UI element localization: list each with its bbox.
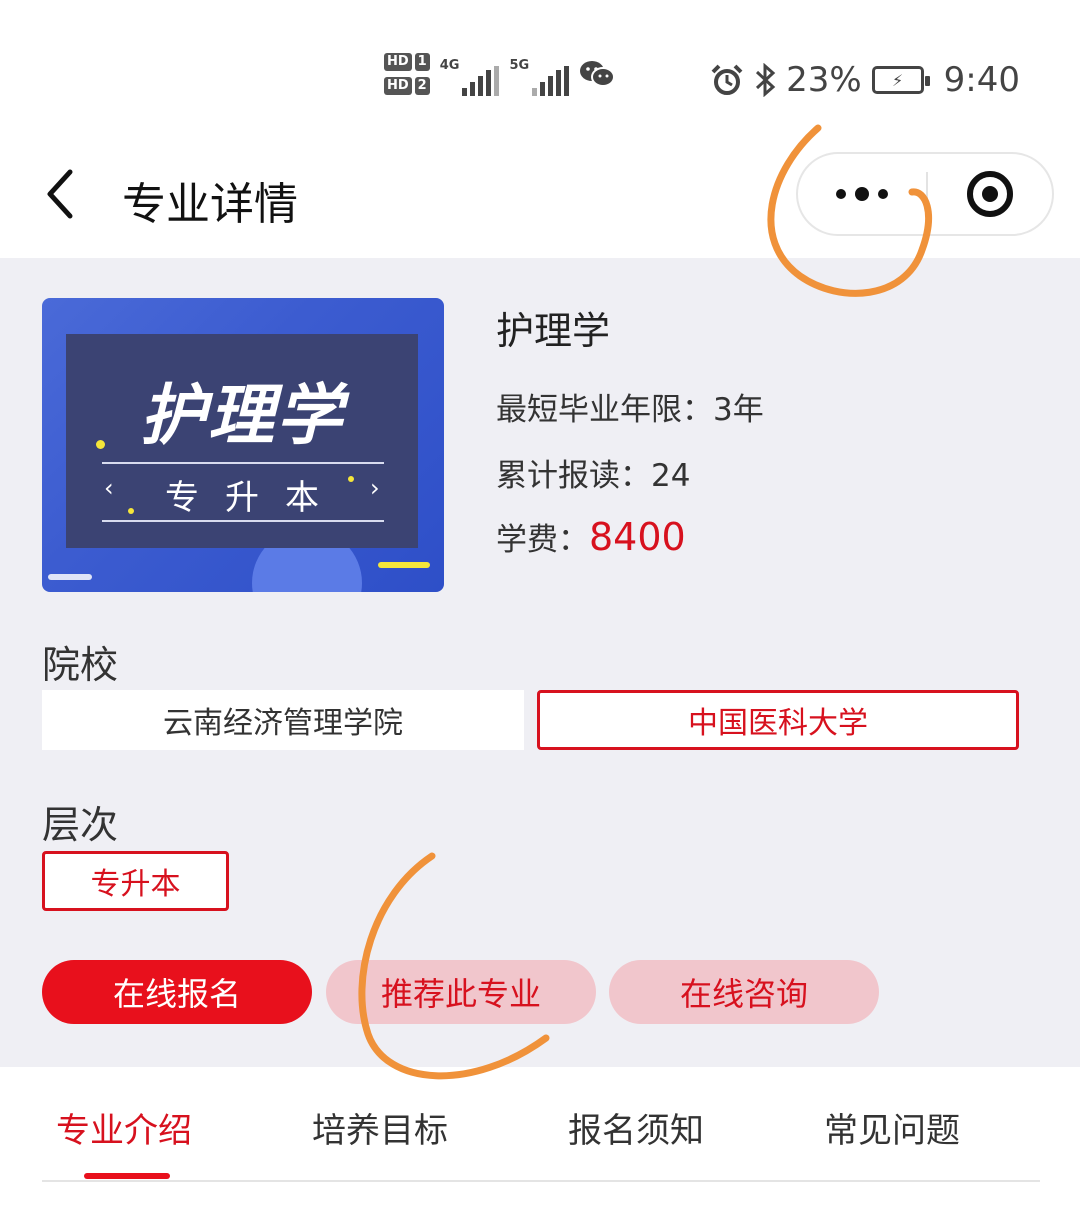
cover-subtitle: 专升本: [165, 478, 345, 518]
sim-number: 1: [414, 53, 430, 71]
online-consult-button[interactable]: 在线咨询: [609, 960, 879, 1024]
level-section-label: 层次: [42, 803, 119, 847]
fee-row: 学费：8400: [496, 514, 686, 559]
tab-divider: [42, 1180, 1040, 1182]
cover-dot: [348, 476, 354, 482]
recommend-major-button[interactable]: 推荐此专业: [326, 960, 596, 1024]
enrolled-row: 累计报读：24: [496, 450, 690, 495]
major-cover-image: 护理学 ‹ 专升本 ›: [42, 298, 444, 592]
mini-program-capsule: [796, 152, 1054, 236]
tab-training-goals[interactable]: 培养目标: [312, 1103, 448, 1152]
clock-time: 9:40: [943, 60, 1020, 100]
fee-value: 8400: [589, 515, 686, 559]
page-title: 专业详情: [122, 179, 298, 230]
nav-bar: 专业详情: [0, 140, 1080, 258]
min-years-value: 3年: [713, 392, 764, 428]
network-type-label: 4G: [439, 58, 460, 73]
more-dots-icon[interactable]: [798, 154, 926, 234]
sim-number: 2: [414, 77, 430, 95]
hd-indicators: HD 1 HD 2: [384, 53, 430, 95]
cover-stripe: [378, 562, 430, 568]
cover-panel: 护理学 ‹ 专升本 ›: [66, 334, 418, 548]
cover-line: [102, 520, 384, 522]
tab-major-intro[interactable]: 专业介绍: [56, 1103, 192, 1152]
school-section-label: 院校: [42, 643, 119, 687]
cover-dot: [96, 440, 105, 449]
school-option-yunnan[interactable]: 云南经济管理学院: [42, 690, 524, 750]
battery-percent: 23%: [786, 60, 862, 100]
cover-stripe: [48, 574, 92, 580]
alarm-icon: [711, 64, 743, 95]
cover-line: [102, 462, 384, 464]
cover-arrow-right: ›: [370, 474, 380, 502]
signal-icon: [462, 66, 500, 96]
fee-label: 学费：: [496, 522, 589, 558]
signal-icon: [532, 66, 570, 96]
min-years-label: 最短毕业年限：: [496, 392, 713, 428]
battery-icon: ⚡: [871, 66, 930, 94]
online-signup-button[interactable]: 在线报名: [42, 960, 312, 1024]
tab-signup-notice[interactable]: 报名须知: [568, 1103, 704, 1152]
major-name: 护理学: [496, 309, 611, 353]
tab-bar: 专业介绍 培养目标 报名须知 常见问题: [0, 1067, 1080, 1211]
cover-title: 护理学: [140, 377, 344, 454]
hd-badge: HD: [384, 53, 412, 71]
wechat-icon: [580, 61, 616, 87]
hd-badge: HD: [384, 77, 412, 95]
min-years-row: 最短毕业年限：3年: [496, 384, 764, 429]
status-right-group: 23% ⚡ 9:40: [710, 60, 1020, 100]
status-bar: HD 1 HD 2 4G 5G 23% ⚡ 9:40: [0, 0, 1080, 140]
network-type-label: 5G: [509, 58, 530, 73]
signal-5g: 5G: [509, 52, 570, 96]
close-mini-program-button[interactable]: [928, 171, 1052, 217]
cover-dot: [128, 508, 134, 514]
school-option-cmu[interactable]: 中国医科大学: [537, 690, 1019, 750]
active-tab-indicator: [84, 1173, 170, 1179]
target-close-icon: [967, 171, 1013, 217]
back-arrow-icon[interactable]: [40, 164, 80, 224]
enrolled-value: 24: [651, 458, 691, 494]
hd-sim1: HD 1: [384, 53, 430, 71]
bluetooth-icon: [756, 63, 776, 97]
signal-4g: 4G: [440, 52, 500, 96]
status-left-group: HD 1 HD 2 4G 5G: [384, 52, 616, 96]
level-option-zsb[interactable]: 专升本: [42, 851, 229, 911]
tab-faq[interactable]: 常见问题: [824, 1103, 960, 1152]
enrolled-label: 累计报读：: [496, 458, 651, 494]
hd-sim2: HD 2: [384, 77, 430, 95]
